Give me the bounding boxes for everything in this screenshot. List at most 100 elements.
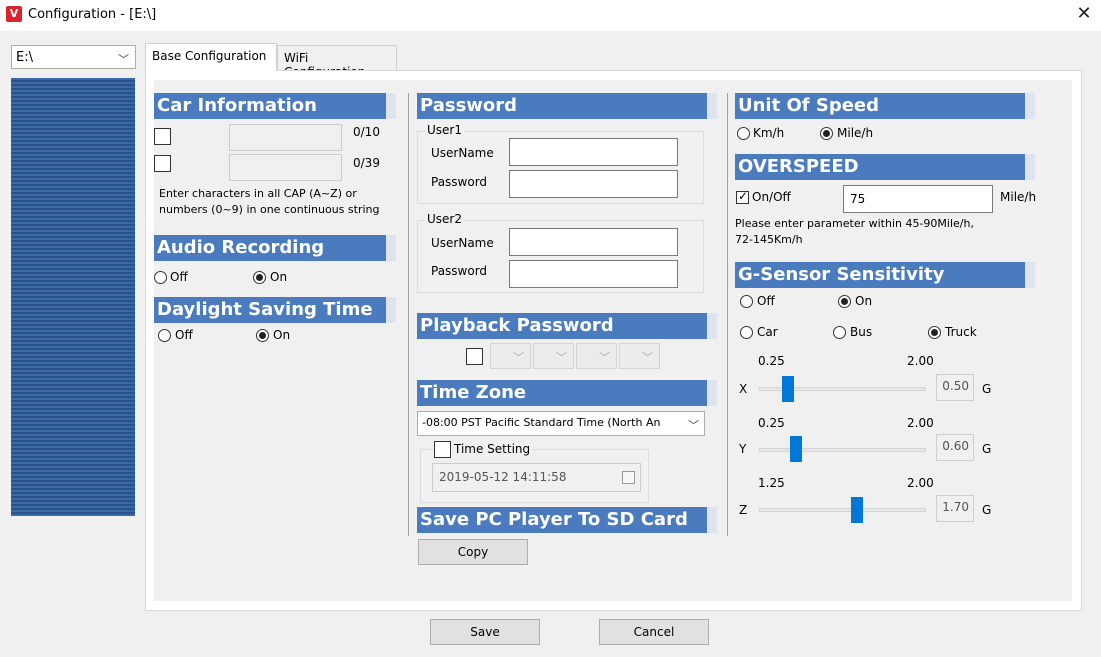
user2-password-label: Password <box>431 264 488 278</box>
car-info-checkbox-1[interactable] <box>154 128 171 145</box>
close-icon[interactable]: ✕ <box>1072 2 1096 26</box>
car-info-count-2: 0/39 <box>353 156 380 170</box>
y-axis-label: Y <box>739 442 747 456</box>
speed-mileh-label: Mile/h <box>837 126 874 140</box>
gsensor-car-radio[interactable] <box>740 326 753 339</box>
gsensor-bus-radio[interactable] <box>833 326 846 339</box>
playback-digit-4-select[interactable]: ﹀ <box>619 343 660 369</box>
copy-button[interactable]: Copy <box>418 539 528 565</box>
check-icon: ✓ <box>738 189 749 203</box>
playback-digit-3-select[interactable]: ﹀ <box>576 343 617 369</box>
time-setting-label: Time Setting <box>452 442 533 456</box>
user2-label: User2 <box>425 212 464 226</box>
overspeed-onoff-label: On/Off <box>752 190 791 204</box>
speed-kmh-label: Km/h <box>753 126 785 140</box>
user1-password-label: Password <box>431 175 488 189</box>
y-slider-thumb[interactable] <box>790 436 802 462</box>
overspeed-onoff-checkbox[interactable]: ✓ <box>736 189 749 204</box>
x-axis-label: X <box>739 382 748 396</box>
time-zone-heading: Time Zone <box>417 380 717 406</box>
overspeed-value: 75 <box>850 192 866 206</box>
car-info-hint-2: numbers (0~9) in one continuous string <box>159 203 380 216</box>
drive-select[interactable]: E:\ ﹀ <box>11 45 136 69</box>
gsensor-bus-label: Bus <box>850 325 873 339</box>
overspeed-value-input[interactable]: 75 <box>843 185 993 213</box>
time-setting-checkbox[interactable] <box>434 441 451 458</box>
speed-mileh-radio[interactable] <box>820 127 833 140</box>
user2-username-input[interactable] <box>509 228 678 256</box>
gsensor-off-radio[interactable] <box>740 295 753 308</box>
car-info-hint: Enter characters in all CAP (A~Z) or <box>159 187 357 200</box>
z-slider-track[interactable] <box>759 508 926 512</box>
x-unit-label: G <box>982 382 992 396</box>
overspeed-unit: Mile/h <box>1000 190 1037 204</box>
drive-value: E:\ <box>16 50 33 65</box>
z-value-box: 1.70 <box>936 495 974 522</box>
playback-password-heading: Playback Password <box>417 313 717 339</box>
z-unit-label: G <box>982 503 992 517</box>
chevron-down-icon: ﹀ <box>118 53 129 66</box>
dst-off-radio[interactable] <box>158 329 171 342</box>
dst-on-radio[interactable] <box>256 329 269 342</box>
title-bar <box>0 0 1101 31</box>
car-info-field-2[interactable] <box>229 154 342 181</box>
y-slider-track[interactable] <box>759 448 926 452</box>
car-info-heading: Car Information <box>154 93 396 119</box>
z-max-label: 2.00 <box>907 476 934 490</box>
playback-digit-2-select[interactable]: ﹀ <box>533 343 574 369</box>
chevron-down-icon: ﹀ <box>642 351 653 364</box>
calendar-icon <box>622 471 635 484</box>
datetime-picker[interactable]: 2019-05-12 14:11:58 <box>432 463 641 492</box>
x-min-label: 0.25 <box>758 354 785 368</box>
gsensor-on-label: On <box>855 294 873 308</box>
gsensor-truck-radio[interactable] <box>928 326 941 339</box>
column-divider-2 <box>727 93 728 536</box>
user1-password-input[interactable] <box>509 170 678 198</box>
x-value-box: 0.50 <box>936 374 974 401</box>
time-zone-select[interactable]: -08:00 PST Pacific Standard Time (North … <box>417 411 705 436</box>
playback-digit-1-select[interactable]: ﹀ <box>490 343 531 369</box>
gsensor-heading: G-Sensor Sensitivity <box>735 262 1035 288</box>
datetime-value: 2019-05-12 14:11:58 <box>439 470 567 484</box>
password-heading: Password <box>417 93 717 119</box>
user1-label: User1 <box>425 123 464 137</box>
gsensor-off-label: Off <box>757 294 775 308</box>
dst-off-label: Off <box>175 328 193 342</box>
playback-password-checkbox[interactable] <box>466 348 483 365</box>
gsensor-truck-label: Truck <box>945 325 977 339</box>
tab-base-configuration[interactable]: Base Configuration <box>145 43 277 71</box>
audio-on-label: On <box>270 270 288 284</box>
car-info-checkbox-2[interactable] <box>154 155 171 172</box>
overspeed-heading: OVERSPEED <box>735 154 1035 180</box>
audio-recording-heading: Audio Recording <box>154 235 396 261</box>
z-slider-thumb[interactable] <box>851 497 863 523</box>
app-icon: V <box>6 6 22 22</box>
chevron-down-icon: ﹀ <box>599 351 610 364</box>
gsensor-on-radio[interactable] <box>838 295 851 308</box>
gsensor-car-label: Car <box>757 325 778 339</box>
cancel-button[interactable]: Cancel <box>599 619 709 645</box>
user1-username-input[interactable] <box>509 138 678 166</box>
chevron-down-icon: ﹀ <box>688 419 699 432</box>
time-zone-value: -08:00 PST Pacific Standard Time (North … <box>422 416 661 429</box>
column-divider-1 <box>408 93 409 536</box>
window-title: Configuration - [E:\] <box>28 7 157 22</box>
overspeed-hint-2: 72-145Km/h <box>735 233 803 246</box>
tab-wifi-configuration[interactable]: WiFi Configuration <box>277 45 397 79</box>
unit-of-speed-heading: Unit Of Speed <box>735 93 1035 119</box>
speed-kmh-radio[interactable] <box>737 127 750 140</box>
audio-off-label: Off <box>170 270 188 284</box>
z-min-label: 1.25 <box>758 476 785 490</box>
user2-password-input[interactable] <box>509 260 678 288</box>
save-button[interactable]: Save <box>430 619 540 645</box>
y-value-box: 0.60 <box>936 434 974 461</box>
dst-on-label: On <box>273 328 291 342</box>
audio-off-radio[interactable] <box>154 271 167 284</box>
save-pc-player-heading: Save PC Player To SD Card <box>417 507 717 533</box>
y-min-label: 0.25 <box>758 416 785 430</box>
audio-on-radio[interactable] <box>253 271 266 284</box>
y-max-label: 2.00 <box>907 416 934 430</box>
x-max-label: 2.00 <box>907 354 934 368</box>
x-slider-thumb[interactable] <box>782 376 794 402</box>
car-info-field-1[interactable] <box>229 124 342 151</box>
